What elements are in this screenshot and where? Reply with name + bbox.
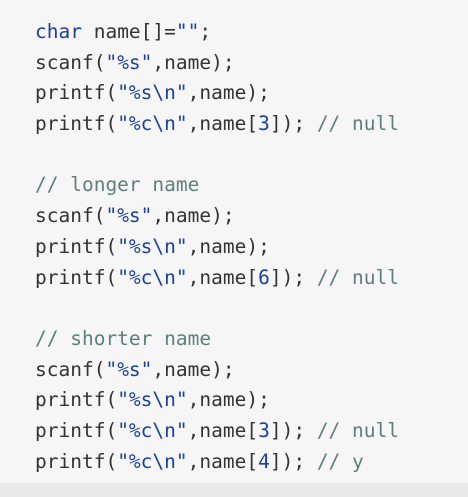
code-line: scanf("%s",name); (35, 355, 468, 386)
code-token: ; (199, 20, 212, 43)
code-line: printf("%s\n",name); (35, 232, 468, 263)
code-token: ,name[ (187, 449, 259, 473)
string-token: "%c\n" (117, 449, 188, 473)
code-line: printf("%c\n",name[3]); // null (35, 416, 468, 447)
code-token: printf( (35, 388, 118, 412)
comment-token: // longer name (35, 173, 200, 197)
code-token: ,name); (152, 204, 235, 228)
code-token: ]); (269, 449, 317, 473)
keyword-token: char (35, 20, 82, 43)
code-token: ,name); (152, 50, 235, 74)
code-token: scanf( (35, 204, 106, 228)
code-token: scanf( (35, 357, 106, 381)
code-token: printf( (35, 265, 118, 289)
code-token: scanf( (35, 50, 106, 74)
string-token: "%s" (105, 50, 153, 74)
code-token: ,name[ (187, 265, 259, 289)
string-token: "%c\n" (117, 265, 188, 289)
string-token: "%s" (105, 204, 153, 228)
number-token: 4 (258, 449, 270, 473)
code-line: printf("%s\n",name); (35, 385, 468, 416)
comment-token: // null (316, 265, 399, 289)
comment-token: // null (316, 418, 399, 442)
code-token: ,name); (152, 357, 235, 381)
code-token: ,name); (187, 81, 270, 105)
code-token: ]); (269, 418, 317, 442)
code-token: printf( (35, 418, 118, 442)
code-token: printf( (35, 449, 118, 473)
code-token: ]); (269, 265, 317, 289)
code-token: ]); (269, 112, 317, 136)
code-line: char name[]=""; (35, 17, 468, 48)
code-token: printf( (35, 112, 118, 136)
string-token: "%s\n" (117, 234, 188, 258)
code-line: printf("%c\n",name[3]); // null (35, 109, 468, 140)
number-token: 6 (258, 265, 270, 289)
string-token: "" (175, 20, 200, 43)
string-token: "%c\n" (117, 418, 188, 442)
code-line: scanf("%s",name); (35, 201, 468, 232)
code-token: ,name[ (187, 112, 259, 136)
code-line: printf("%c\n",name[6]); // null (35, 263, 468, 294)
blank-line: ​ (35, 140, 468, 171)
string-token: "%s\n" (117, 388, 188, 412)
code-line: printf("%c\n",name[4]); // y (35, 447, 468, 478)
code-lines: char name[]=""; scanf("%s",name); printf("… (35, 17, 468, 477)
string-token: "%s" (105, 357, 153, 381)
horizontal-scrollbar-track[interactable] (0, 483, 468, 497)
number-token: 3 (258, 418, 270, 442)
comment-token: // y (316, 449, 364, 473)
comment-token: // shorter name (35, 326, 212, 350)
string-token: "%s\n" (117, 81, 188, 105)
code-token: ,name); (187, 388, 270, 412)
code-line: // longer name (35, 170, 468, 201)
comment-token: // null (316, 112, 399, 136)
code-token: ,name[ (187, 418, 259, 442)
code-line: // shorter name (35, 324, 468, 355)
code-line: scanf("%s",name); (35, 48, 468, 79)
code-token: name[]= (81, 20, 176, 43)
code-token: printf( (35, 234, 118, 258)
code-block: char name[]=""; scanf("%s",name); printf("… (0, 0, 468, 483)
code-token: ,name); (187, 234, 270, 258)
number-token: 3 (258, 112, 270, 136)
code-line: printf("%s\n",name); (35, 78, 468, 109)
blank-line: ​ (35, 293, 468, 324)
string-token: "%c\n" (117, 112, 188, 136)
code-token: printf( (35, 81, 118, 105)
